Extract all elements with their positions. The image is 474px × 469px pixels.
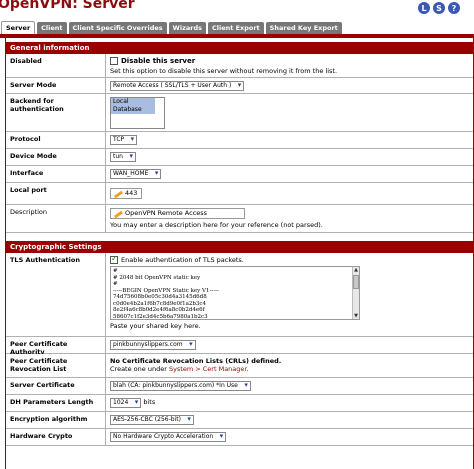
label-backend: Backend for authentication — [6, 94, 106, 131]
scroll-up-icon[interactable]: ▲ — [353, 267, 359, 273]
pencil-icon — [113, 190, 124, 199]
section-crypto-header: Cryptographic Settings — [6, 241, 473, 253]
pencil-icon — [113, 210, 124, 219]
disable-server-hint: Set this option to disable this server w… — [110, 67, 338, 75]
top-icon-bar: L S ? — [418, 2, 460, 14]
row-peer-ca: Peer Certificate Authority pinkbunnyslip… — [6, 337, 473, 356]
local-port-value: 443 — [125, 189, 138, 197]
section-general-header: General information — [6, 42, 473, 54]
tls-key-textarea[interactable]: # # 2048 bit OpenVPN static key # -----B… — [110, 266, 360, 320]
row-dh-length: DH Parameters Length 1024 bits — [6, 395, 473, 412]
label-encryption: Encryption algorithm — [6, 412, 106, 428]
scrollbar-thumb[interactable] — [353, 275, 359, 289]
log-icon[interactable]: L — [418, 2, 430, 14]
cert-manager-link[interactable]: System > Cert Manager — [169, 365, 247, 373]
tab-bar: Server Client Client Specific Overrides … — [0, 21, 474, 35]
row-local-port: Local port 443 — [6, 183, 473, 205]
form-content: General information Disabled Disable thi… — [5, 38, 474, 469]
scroll-down-icon[interactable]: ▼ — [353, 313, 359, 319]
server-cert-select[interactable]: blah (CA: pinkbunnyslippers.com) *In Use — [110, 381, 251, 391]
label-hw-crypto: Hardware Crypto — [6, 429, 106, 445]
row-server-mode: Server Mode Remote Access ( SSL/TLS + Us… — [6, 78, 473, 94]
dh-length-select[interactable]: 1024 — [110, 398, 142, 408]
disable-server-checkbox-label: Disable this server — [121, 57, 196, 65]
label-dh-length: DH Parameters Length — [6, 395, 106, 411]
help-icon[interactable]: ? — [448, 2, 460, 14]
row-server-cert: Server Certificate blah (CA: pinkbunnysl… — [6, 378, 473, 395]
row-encryption: Encryption algorithm AES-256-CBC (256-bi… — [6, 412, 473, 429]
interface-select[interactable]: WAN_HOME — [110, 169, 162, 179]
row-disabled: Disabled Disable this server Set this op… — [6, 54, 473, 78]
row-tls-auth: TLS Authentication Enable authentication… — [6, 253, 473, 337]
peer-ca-select[interactable]: pinkbunnyslippers.com — [110, 340, 196, 350]
tls-auth-checkbox[interactable] — [110, 254, 118, 264]
hw-crypto-select[interactable]: No Hardware Crypto Acceleration — [110, 432, 227, 442]
device-mode-select[interactable]: tun — [110, 152, 136, 162]
label-tls-auth: TLS Authentication — [6, 253, 106, 336]
row-hw-crypto: Hardware Crypto No Hardware Crypto Accel… — [6, 429, 473, 446]
backend-listbox[interactable]: Local Database — [110, 97, 165, 129]
row-description: Description OpenVPN Remote Access You ma… — [6, 205, 473, 233]
label-peer-ca: Peer Certificate Authority — [6, 337, 106, 356]
row-peer-crl: Peer Certificate Revocation List No Cert… — [6, 354, 473, 378]
label-interface: Interface — [6, 166, 106, 182]
row-backend: Backend for authentication Local Databas… — [6, 94, 473, 132]
encryption-select[interactable]: AES-256-CBC (256-bit) — [110, 415, 194, 425]
row-protocol: Protocol TCP — [6, 132, 473, 149]
label-server-cert: Server Certificate — [6, 378, 106, 394]
label-disabled: Disabled — [6, 54, 106, 77]
status-icon[interactable]: S — [433, 2, 445, 14]
peer-crl-hint-suffix: . — [246, 365, 249, 373]
description-value: OpenVPN Remote Access — [125, 209, 208, 217]
backend-option-local-database[interactable]: Local Database — [111, 98, 155, 114]
peer-crl-hint-prefix: Create one under — [110, 365, 169, 373]
row-device-mode: Device Mode tun — [6, 149, 473, 166]
textarea-scrollbar[interactable]: ▲ ▼ — [352, 267, 359, 319]
disable-server-checkbox[interactable] — [110, 57, 118, 65]
label-server-mode: Server Mode — [6, 78, 106, 93]
tls-key-line: 58607c1f2e3d4c5b6a7980a1b2c3 — [113, 313, 208, 320]
tls-key-hint: Paste your shared key here. — [110, 322, 201, 330]
description-hint: You may enter a description here for you… — [110, 221, 323, 229]
peer-crl-status: No Certificate Revocation Lists (CRLs) d… — [110, 357, 282, 365]
row-interface: Interface WAN_HOME — [6, 166, 473, 183]
protocol-select[interactable]: TCP — [110, 135, 138, 145]
page-title: OpenVPN: Server — [0, 0, 135, 12]
label-protocol: Protocol — [6, 132, 106, 148]
label-peer-crl: Peer Certificate Revocation List — [6, 354, 106, 377]
label-device-mode: Device Mode — [6, 149, 106, 165]
description-input[interactable]: OpenVPN Remote Access — [110, 208, 245, 219]
tls-auth-checkbox-label: Enable authentication of TLS packets. — [121, 256, 244, 264]
local-port-input[interactable]: 443 — [110, 188, 142, 199]
label-local-port: Local port — [6, 183, 106, 204]
tab-server[interactable]: Server — [1, 21, 36, 35]
label-description: Description — [6, 205, 106, 232]
server-mode-select[interactable]: Remote Access ( SSL/TLS + User Auth ) — [110, 81, 245, 91]
dh-length-unit: bits — [143, 398, 156, 406]
